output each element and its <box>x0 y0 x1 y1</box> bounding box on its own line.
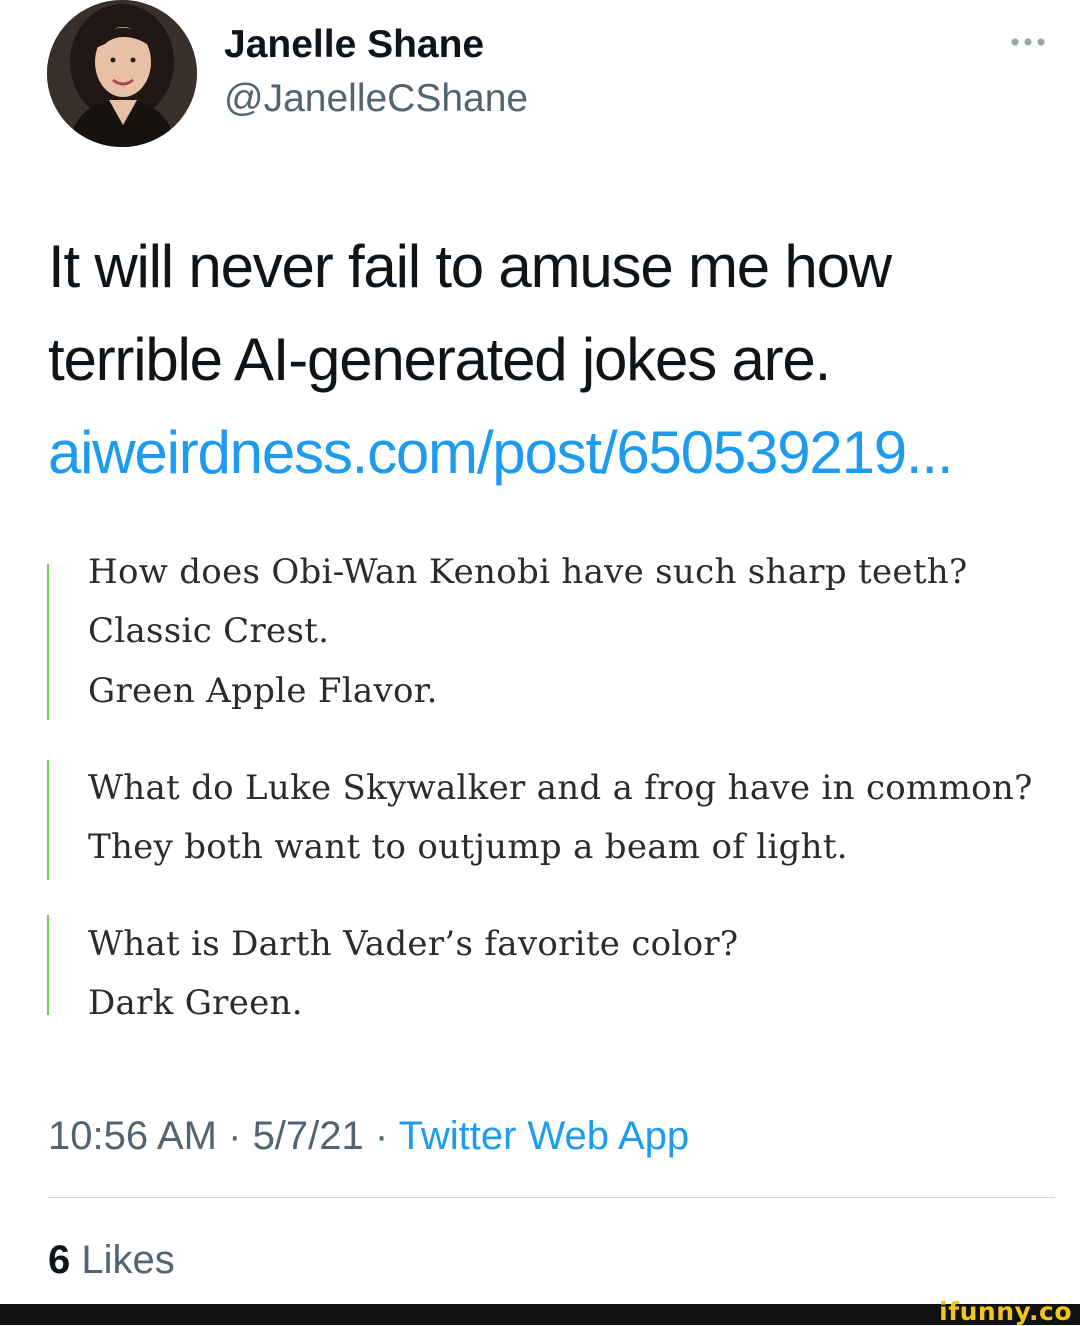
meta-separator: · <box>363 1114 399 1158</box>
quote-line: Green Apple Flavor. <box>88 671 438 711</box>
quote-bar <box>47 760 49 880</box>
likes-number: 6 <box>48 1238 71 1282</box>
quote-line: How does Obi-Wan Kenobi have such sharp … <box>88 552 968 592</box>
quote-line: What is Darth Vader’s favorite color? <box>88 924 739 964</box>
author-handle[interactable]: @JanelleCShane <box>224 76 528 122</box>
tweet-meta: 10:56 AM · 5/7/21 · Twitter Web App <box>48 1112 689 1160</box>
tweet-time[interactable]: 10:56 AM <box>48 1114 217 1158</box>
author-display-name[interactable]: Janelle Shane <box>224 22 484 68</box>
meta-separator: · <box>217 1114 253 1158</box>
quote-line: Classic Crest. <box>88 611 330 651</box>
quote-line: What do Luke Skywalker and a frog have i… <box>88 768 1033 808</box>
footer-bar <box>0 1304 1080 1325</box>
quote-bar <box>47 564 49 720</box>
more-horizontal-icon[interactable] <box>1006 30 1050 54</box>
quote-bar <box>47 915 49 1015</box>
tweet-link[interactable]: aiweirdness.com/post/650539219... <box>48 406 1058 499</box>
tweet-text-line: It will never fail to amuse me how <box>48 233 892 300</box>
quote-line: They both want to outjump a beam of ligh… <box>88 827 848 867</box>
quote-line: Dark Green. <box>88 983 303 1023</box>
profile-photo-icon <box>47 0 197 147</box>
ifunny-watermark: ifunny.co <box>939 1297 1072 1326</box>
tweet-date[interactable]: 5/7/21 <box>253 1114 364 1158</box>
tweet-text: It will never fail to amuse me how terri… <box>48 220 1058 499</box>
tweet-source-link[interactable]: Twitter Web App <box>399 1114 690 1158</box>
divider <box>48 1197 1055 1198</box>
likes-count[interactable]: 6 Likes <box>48 1236 175 1284</box>
tweet-text-line: terrible AI-generated jokes are. <box>48 326 831 393</box>
avatar[interactable] <box>47 0 197 147</box>
likes-label: Likes <box>81 1238 175 1282</box>
